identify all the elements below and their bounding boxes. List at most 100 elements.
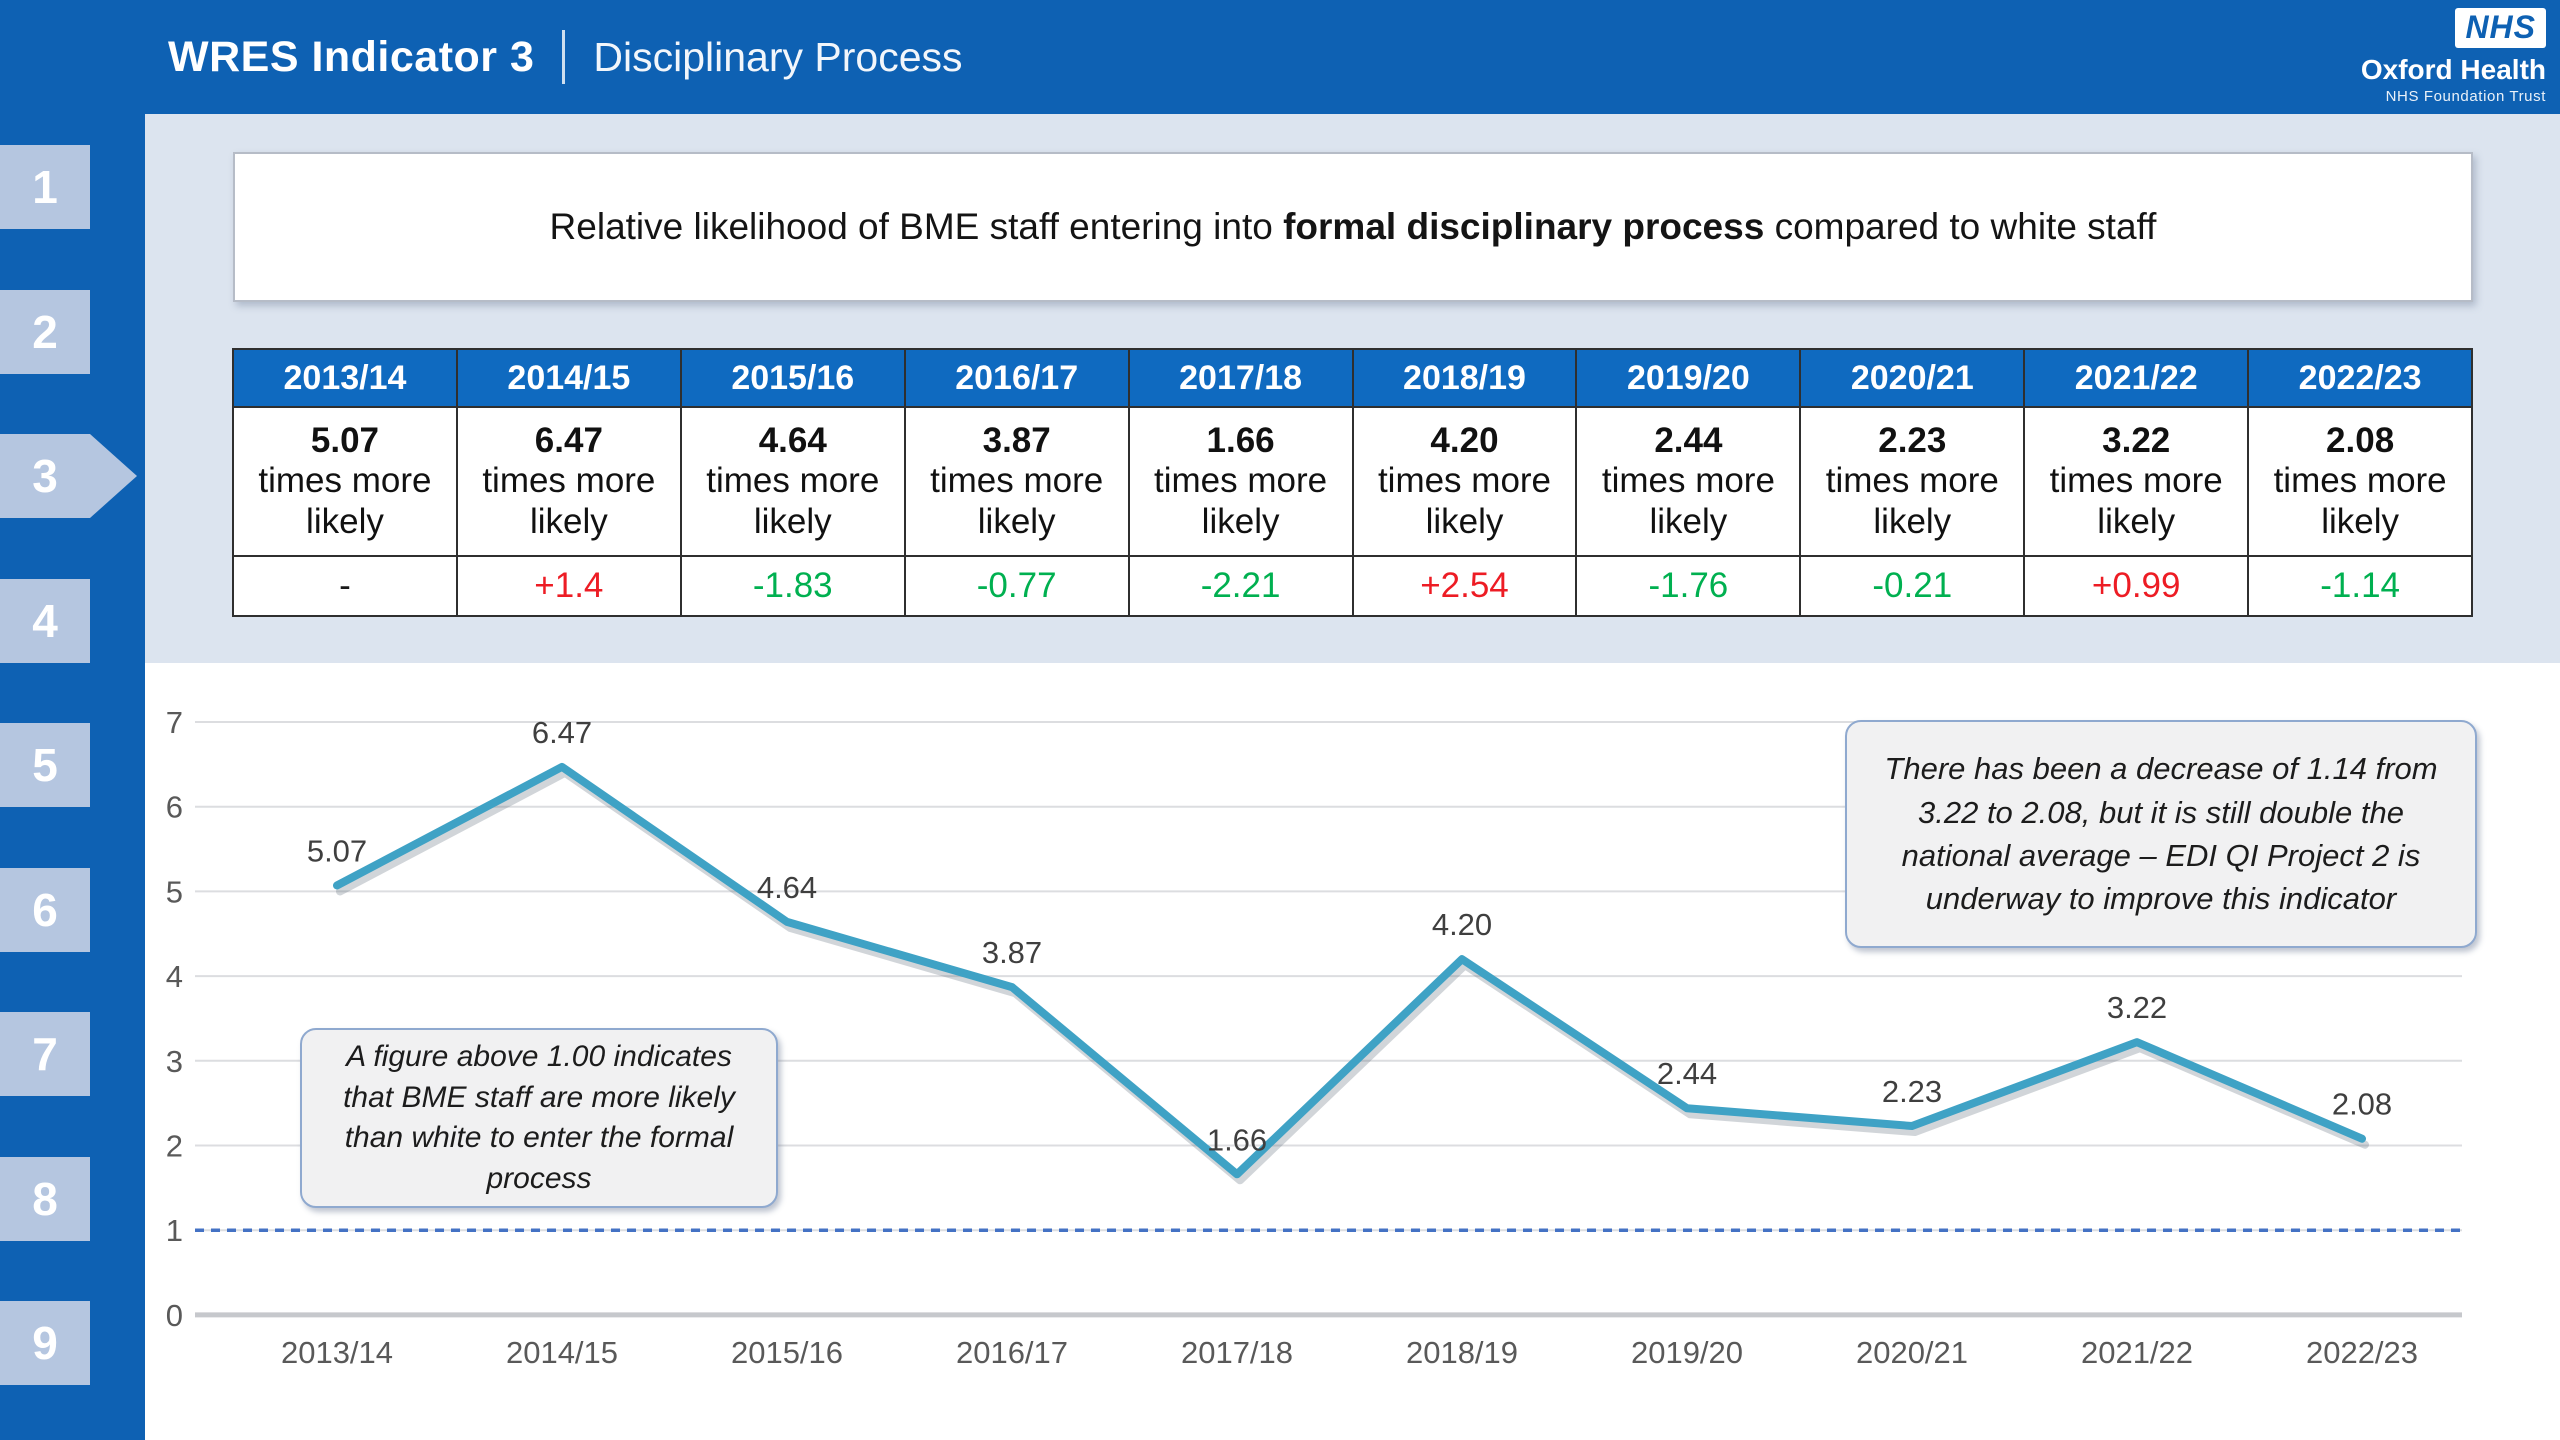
table-column: 2019/202.44times more likely-1.76: [1575, 350, 1799, 615]
value-number: 6.47: [535, 421, 603, 461]
data-label: 4.20: [1432, 907, 1492, 942]
x-axis-label: 2019/20: [1631, 1335, 1743, 1370]
table-column: 2018/194.20times more likely+2.54: [1352, 350, 1576, 615]
sidebar-item-label: 8: [0, 1172, 90, 1226]
data-label: 1.66: [1207, 1122, 1267, 1157]
subtitle-text: Relative likelihood of BME staff enterin…: [550, 206, 2157, 248]
y-axis-label: 7: [166, 705, 183, 740]
value-caption: times more likely: [466, 461, 671, 542]
value-caption: times more likely: [1138, 461, 1343, 542]
value-cell: 1.66times more likely: [1130, 408, 1352, 557]
table-column: 2020/212.23times more likely-0.21: [1799, 350, 2023, 615]
value-cell: 2.23times more likely: [1801, 408, 2023, 557]
table-column: 2021/223.22times more likely+0.99: [2023, 350, 2247, 615]
year-header-cell: 2018/19: [1354, 350, 1576, 408]
value-cell: 2.08times more likely: [2249, 408, 2471, 557]
sidebar-item-label: 6: [0, 883, 90, 937]
x-axis-label: 2020/21: [1856, 1335, 1968, 1370]
sidebar-item-label: 4: [0, 594, 90, 648]
y-axis-label: 1: [166, 1213, 183, 1248]
table-column: 2017/181.66times more likely-2.21: [1128, 350, 1352, 615]
sidebar-item-label: 9: [0, 1316, 90, 1370]
data-label: 2.23: [1882, 1074, 1942, 1109]
value-caption: times more likely: [2258, 461, 2463, 542]
year-header-cell: 2015/16: [682, 350, 904, 408]
value-caption: times more likely: [1586, 461, 1791, 542]
org-name: Oxford Health: [2361, 56, 2546, 84]
value-number: 3.22: [2102, 421, 2170, 461]
value-cell: 3.87times more likely: [906, 408, 1128, 557]
year-header-cell: 2014/15: [458, 350, 680, 408]
value-cell: 3.22times more likely: [2025, 408, 2247, 557]
data-label: 4.64: [757, 870, 817, 905]
x-axis-label: 2016/17: [956, 1335, 1068, 1370]
year-header-cell: 2019/20: [1577, 350, 1799, 408]
x-axis-label: 2021/22: [2081, 1335, 2193, 1370]
value-number: 4.20: [1430, 421, 1498, 461]
annotation-right: There has been a decrease of 1.14 from 3…: [1845, 720, 2477, 948]
value-cell: 5.07times more likely: [234, 408, 456, 557]
sidebar-item-label: 7: [0, 1027, 90, 1081]
delta-cell: +1.4: [458, 557, 680, 615]
sidebar-item-4[interactable]: 4: [0, 579, 90, 663]
value-number: 4.64: [759, 421, 827, 461]
data-label: 3.22: [2107, 990, 2167, 1025]
sidebar-item-9[interactable]: 9: [0, 1301, 90, 1385]
value-number: 2.23: [1878, 421, 1946, 461]
x-axis-label: 2017/18: [1181, 1335, 1293, 1370]
sidebar-item-label: 2: [0, 305, 90, 359]
y-axis-label: 4: [166, 959, 183, 994]
sidebar-item-7[interactable]: 7: [0, 1012, 90, 1096]
table-column: 2014/15 6.47times more likely +1.4: [456, 350, 680, 615]
sidebar-item-2[interactable]: 2: [0, 290, 90, 374]
sidebar-item-label: 3: [0, 449, 90, 503]
x-axis-label: 2015/16: [731, 1335, 843, 1370]
delta-cell: -1.14: [2249, 557, 2471, 615]
value-caption: times more likely: [690, 461, 895, 542]
value-number: 2.08: [2326, 421, 2394, 461]
table-column: 2015/164.64times more likely-1.83: [680, 350, 904, 615]
delta-cell: -: [234, 557, 456, 615]
annotation-left: A figure above 1.00 indicates that BME s…: [300, 1028, 778, 1208]
year-header-cell: 2020/21: [1801, 350, 2023, 408]
header-bar: WRES Indicator 3 Disciplinary Process: [0, 0, 2560, 114]
x-axis-label: 2014/15: [506, 1335, 618, 1370]
sidebar-item-5[interactable]: 5: [0, 723, 90, 807]
data-label: 6.47: [532, 715, 592, 750]
y-axis-label: 3: [166, 1044, 183, 1079]
data-label: 2.44: [1657, 1056, 1717, 1091]
delta-cell: -0.21: [1801, 557, 2023, 615]
nhs-logo: NHS Oxford Health NHS Foundation Trust: [2361, 8, 2546, 104]
page-title: WRES Indicator 3 Disciplinary Process: [168, 30, 963, 84]
value-caption: times more likely: [242, 461, 447, 542]
value-caption: times more likely: [1362, 461, 1567, 542]
sidebar-item-8[interactable]: 8: [0, 1157, 90, 1241]
delta-cell: -2.21: [1130, 557, 1352, 615]
slide: WRES Indicator 3 Disciplinary Process NH…: [0, 0, 2560, 1440]
nhs-logo-box: NHS: [2455, 8, 2546, 48]
data-label: 2.08: [2332, 1087, 2392, 1122]
year-header-cell: 2021/22: [2025, 350, 2247, 408]
table-column: 2016/173.87times more likely-0.77: [904, 350, 1128, 615]
sidebar-item-label: 1: [0, 160, 90, 214]
year-header-cell: 2017/18: [1130, 350, 1352, 408]
table-column: 2013/145.07times more likely-: [234, 350, 456, 615]
y-axis-label: 2: [166, 1129, 183, 1164]
sidebar-item-label: 5: [0, 738, 90, 792]
value-number: 2.44: [1654, 421, 1722, 461]
value-cell: 2.44times more likely: [1577, 408, 1799, 557]
y-axis-label: 6: [166, 790, 183, 825]
title-separator: [562, 30, 565, 84]
sidebar-item-6[interactable]: 6: [0, 868, 90, 952]
org-subtitle: NHS Foundation Trust: [2361, 89, 2546, 104]
table-column: 2022/232.08times more likely-1.14: [2247, 350, 2471, 615]
value-caption: times more likely: [914, 461, 1119, 542]
year-header-cell: 2016/17: [906, 350, 1128, 408]
sidebar-item-1[interactable]: 1: [0, 145, 90, 229]
value-number: 3.87: [983, 421, 1051, 461]
subtitle-box: Relative likelihood of BME staff enterin…: [233, 152, 2473, 302]
delta-cell: -1.76: [1577, 557, 1799, 615]
year-header-cell: 2013/14: [234, 350, 456, 408]
y-axis-label: 5: [166, 874, 183, 909]
value-caption: times more likely: [1810, 461, 2015, 542]
